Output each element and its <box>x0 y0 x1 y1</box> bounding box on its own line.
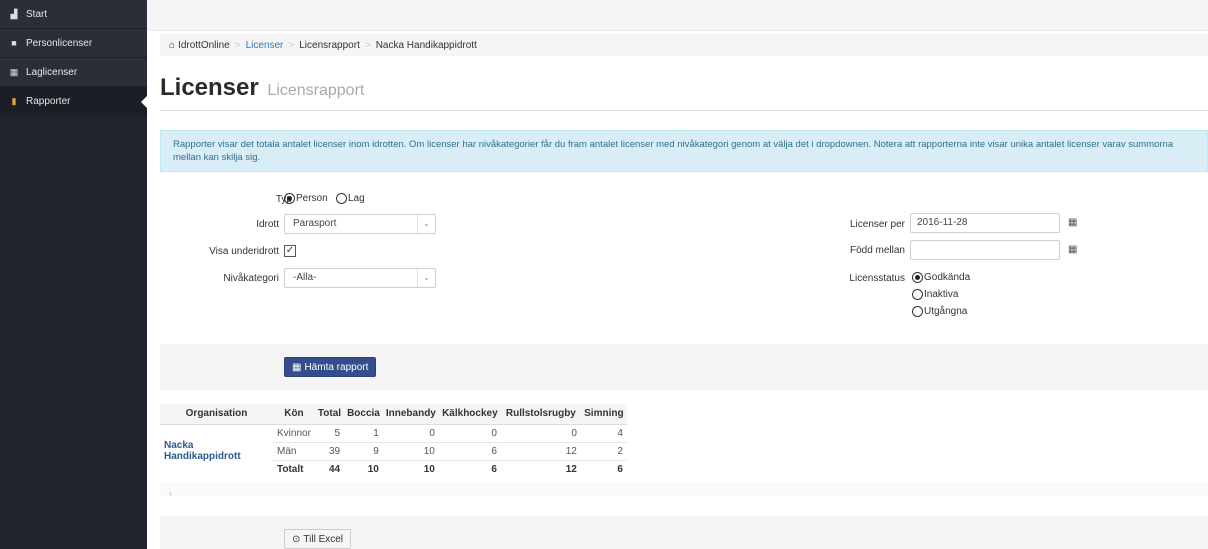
radio-checked-icon <box>284 193 295 204</box>
main-content: ⌂ IdrottOnline > Licenser > Licensrappor… <box>147 0 1208 549</box>
report-table: Organisation Kön Total Boccia Innebandy … <box>160 404 627 478</box>
table-cell: Totalt <box>273 459 315 478</box>
licenser-per-input[interactable]: 2016-11-28 <box>910 213 1060 233</box>
user-icon: ■ <box>11 38 17 48</box>
nivakategori-select[interactable]: -Alla- ⌄ <box>284 268 436 288</box>
calendar-icon[interactable]: ▦ <box>1068 244 1077 255</box>
sidebar-item-label: Personlicenser <box>26 37 93 49</box>
table-cell: 5 <box>314 423 345 442</box>
calendar-icon[interactable]: ▦ <box>1068 217 1077 228</box>
radio-unchecked-icon <box>912 306 923 317</box>
download-icon: ⊙ <box>292 533 301 545</box>
table-cell: 12 <box>500 459 581 478</box>
idrott-select[interactable]: Parasport ⌄ <box>284 214 436 234</box>
table-scrollbar[interactable] <box>160 482 1208 496</box>
table-cell: 0 <box>382 423 439 442</box>
table-cell: 6 <box>438 459 501 478</box>
table-row: Nacka Handikappidrott Kvinnor 5 1 0 0 0 … <box>160 423 627 478</box>
table-cell: 0 <box>438 423 501 442</box>
table-cell: 1 <box>344 423 383 442</box>
page-subtitle: Licensrapport <box>267 82 365 99</box>
table-icon: ▦ <box>292 361 302 373</box>
radio-unchecked-icon <box>336 193 347 204</box>
licensstatus-radio-utgangna[interactable]: Utgångna <box>912 306 967 317</box>
sidebar-item-laglicenser[interactable]: ▦ Laglicenser <box>0 58 147 87</box>
sidebar-item-label: Start <box>26 8 48 20</box>
hamta-rapport-button[interactable]: ▦ Hämta rapport <box>284 357 377 377</box>
chart-icon: ▮ <box>11 95 17 106</box>
breadcrumb-item-current: Nacka Handikappidrott <box>375 39 477 51</box>
idrott-label: Idrott <box>256 219 279 230</box>
sidebar-item-rapporter[interactable]: ▮ Rapporter <box>0 87 147 116</box>
table-cell: 44 <box>314 459 345 478</box>
licensstatus-label: Licensstatus <box>849 273 905 284</box>
users-icon: ▦ <box>9 66 19 77</box>
scroll-left-icon[interactable]: ‹ <box>169 488 172 498</box>
page-title-main: Licenser <box>160 74 259 101</box>
column-header: Boccia <box>344 404 383 425</box>
column-header: Innebandy <box>382 404 439 425</box>
licenser-per-label: Licenser per <box>849 219 905 230</box>
table-cell: 9 <box>344 441 383 460</box>
underidrott-label: Visa underidrott <box>209 246 279 257</box>
nivakategori-label: Nivåkategori <box>223 273 279 284</box>
breadcrumb: ⌂ IdrottOnline > Licenser > Licensrappor… <box>160 34 1208 56</box>
fodd-mellan-input[interactable] <box>910 240 1060 260</box>
radio-unchecked-icon <box>912 289 923 300</box>
column-header: Kälkhockey <box>438 404 501 425</box>
column-header: Rullstolsrugby <box>500 404 581 425</box>
sidebar-item-label: Laglicenser <box>26 66 78 78</box>
column-header: Kön <box>273 404 315 425</box>
typ-radio-lag[interactable]: Lag <box>336 193 365 204</box>
till-excel-button[interactable]: ⊙ Till Excel <box>284 529 352 549</box>
table-cell: Män <box>273 441 315 460</box>
breadcrumb-item-idrottonline[interactable]: IdrottOnline <box>178 40 230 51</box>
typ-radio-person[interactable]: Person <box>284 193 328 204</box>
sidebar-item-personlicenser[interactable]: ■ Personlicenser <box>0 29 147 58</box>
chevron-down-icon: ⌄ <box>417 269 435 287</box>
table-cell: Kvinnor <box>273 423 315 442</box>
table-cell: 10 <box>382 441 439 460</box>
licensstatus-radio-inaktiva[interactable]: Inaktiva <box>912 289 958 300</box>
column-header: Organisation <box>160 404 273 425</box>
breadcrumb-item-licenser[interactable]: Licenser <box>246 40 284 51</box>
sidebar-item-start[interactable]: ▟ Start <box>0 0 147 29</box>
sidebar-item-label: Rapporter <box>26 95 71 107</box>
licensstatus-radio-godkanda[interactable]: Godkända <box>912 272 970 283</box>
table-cell: 10 <box>382 459 439 478</box>
fodd-mellan-label: Född mellan <box>849 245 905 256</box>
table-cell: 0 <box>500 423 581 442</box>
sidebar: ▟ Start ■ Personlicenser ▦ Laglicenser ▮… <box>0 0 147 549</box>
radio-checked-icon <box>912 272 923 283</box>
home-icon: ▟ <box>10 8 18 19</box>
table-cell: 2 <box>580 441 627 460</box>
table-cell: 6 <box>580 459 627 478</box>
table-cell: 39 <box>314 441 345 460</box>
page-title: Licenser Licensrapport <box>160 74 364 102</box>
chevron-down-icon: ⌄ <box>417 215 435 233</box>
table-cell: 6 <box>438 441 501 460</box>
underidrott-checkbox[interactable]: ✓ <box>284 245 296 257</box>
table-cell: 10 <box>344 459 383 478</box>
table-cell: 4 <box>580 423 627 442</box>
divider <box>160 110 1208 111</box>
top-bar <box>147 0 1208 31</box>
table-cell: 12 <box>500 441 581 460</box>
info-alert: Rapporter visar det totala antalet licen… <box>160 130 1208 172</box>
organisation-link[interactable]: Nacka Handikappidrott <box>160 423 273 478</box>
column-header: Total <box>314 404 345 425</box>
column-header: Simning <box>580 404 627 425</box>
home-icon[interactable]: ⌂ <box>169 40 175 51</box>
breadcrumb-item-licensrapport[interactable]: Licensrapport <box>299 40 360 51</box>
